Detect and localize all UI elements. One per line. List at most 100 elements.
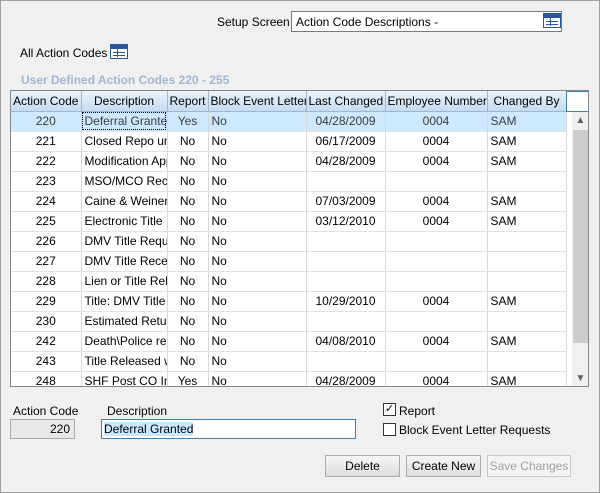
block-event-checkbox-label: Block Event Letter Requests xyxy=(399,423,551,437)
cell-block: No xyxy=(208,171,307,192)
cell-last-changed xyxy=(306,171,386,192)
cell-employee: 0004 xyxy=(385,371,488,386)
cell-block: No xyxy=(208,351,307,372)
cell-report: No xyxy=(167,351,209,372)
cell-block: No xyxy=(208,111,307,132)
cell-employee xyxy=(385,271,488,292)
delete-button[interactable]: Delete xyxy=(325,455,400,477)
cell-report: No xyxy=(167,271,209,292)
section-title: User Defined Action Codes 220 - 255 xyxy=(21,73,230,87)
cell-code: 225 xyxy=(11,211,82,232)
create-new-button[interactable]: Create New xyxy=(406,455,481,477)
cell-changed-by: SAM xyxy=(487,191,567,212)
cell-report: No xyxy=(167,331,209,352)
scroll-thumb[interactable] xyxy=(573,130,588,343)
action-codes-table: Action Code Description Report Block Eve… xyxy=(10,90,589,387)
cell-description: Modification Approved xyxy=(81,151,168,172)
cell-code: 248 xyxy=(11,371,82,386)
all-codes-grid-icon[interactable] xyxy=(110,44,128,59)
cell-block: No xyxy=(208,291,307,312)
cell-block: No xyxy=(208,331,307,352)
cell-description: MSO/MCO Received xyxy=(81,171,168,192)
description-value: Deferral Granted xyxy=(104,422,194,436)
cell-changed-by xyxy=(487,311,567,332)
cell-description: Estimated Return xyxy=(81,311,168,332)
cell-last-changed: 10/29/2010 xyxy=(306,291,386,312)
col-header-last-changed[interactable]: Last Changed xyxy=(306,91,386,112)
table-row[interactable]: 221 Closed Repo unit No No 06/17/2009 00… xyxy=(11,131,567,152)
cell-employee: 0004 xyxy=(385,291,488,312)
report-checkbox[interactable]: ✓ xyxy=(383,403,396,416)
cell-employee: 0004 xyxy=(385,131,488,152)
table-row[interactable]: 226 DMV Title Requested No No xyxy=(11,231,567,252)
table-row[interactable]: 220 Deferral Granted Yes No 04/28/2009 0… xyxy=(11,111,567,132)
column-chooser[interactable] xyxy=(566,91,588,112)
cell-last-changed xyxy=(306,311,386,332)
setup-grid-icon[interactable] xyxy=(543,13,561,28)
cell-report: No xyxy=(167,211,209,232)
cell-changed-by: SAM xyxy=(487,151,567,172)
description-label: Description xyxy=(107,404,168,418)
table-row[interactable]: 225 Electronic Title No No 03/12/2010 00… xyxy=(11,211,567,232)
cell-changed-by xyxy=(487,171,567,192)
table-row[interactable]: 230 Estimated Return No No xyxy=(11,311,567,332)
table-row[interactable]: 229 Title: DMV Title No No 10/29/2010 00… xyxy=(11,291,567,312)
cell-last-changed xyxy=(306,251,386,272)
save-changes-button[interactable]: Save Changes xyxy=(487,455,571,477)
cell-last-changed: 07/03/2009 xyxy=(306,191,386,212)
table-row[interactable]: 243 Title Released w No No xyxy=(11,351,567,372)
col-header-report[interactable]: Report xyxy=(167,91,209,112)
col-header-changed-by[interactable]: Changed By xyxy=(487,91,567,112)
cell-description: Deferral Granted xyxy=(81,111,168,132)
cell-block: No xyxy=(208,231,307,252)
cell-code: 226 xyxy=(11,231,82,252)
cell-report: No xyxy=(167,191,209,212)
cell-description: SHF Post CO Im xyxy=(81,371,168,386)
cell-employee xyxy=(385,311,488,332)
cell-report: No xyxy=(167,131,209,152)
header-row: Action Code Description Report Block Eve… xyxy=(11,91,567,112)
cell-code: 227 xyxy=(11,251,82,272)
col-header-employee-number[interactable]: Employee Number xyxy=(385,91,488,112)
table-row[interactable]: 228 Lien or Title Released No No xyxy=(11,271,567,292)
cell-employee xyxy=(385,171,488,192)
cell-report: Yes xyxy=(167,371,209,386)
col-header-block-event-letter[interactable]: Block Event Letter xyxy=(208,91,307,112)
table-row[interactable]: 248 SHF Post CO Im Yes No 04/28/2009 000… xyxy=(11,371,567,386)
setup-screen-field[interactable]: Action Code Descriptions - xyxy=(291,11,562,32)
cell-description: Title: DMV Title xyxy=(81,291,168,312)
vertical-scrollbar[interactable]: ▲ ▼ xyxy=(572,112,588,386)
cell-code: 242 xyxy=(11,331,82,352)
table-row[interactable]: 224 Caine & Weiner No No 07/03/2009 0004… xyxy=(11,191,567,212)
cell-block: No xyxy=(208,131,307,152)
cell-block: No xyxy=(208,251,307,272)
action-code-label: Action Code xyxy=(13,404,79,418)
scroll-down-icon[interactable]: ▼ xyxy=(572,370,588,386)
cell-changed-by: SAM xyxy=(487,211,567,232)
table-row[interactable]: 223 MSO/MCO Received No No xyxy=(11,171,567,192)
cell-changed-by xyxy=(487,231,567,252)
cell-code: 229 xyxy=(11,291,82,312)
cell-block: No xyxy=(208,191,307,212)
cell-changed-by: SAM xyxy=(487,111,567,132)
col-header-action-code[interactable]: Action Code xyxy=(11,91,82,112)
cell-changed-by: SAM xyxy=(487,131,567,152)
cell-description: Title Released w xyxy=(81,351,168,372)
col-header-description[interactable]: Description xyxy=(81,91,168,112)
cell-code: 228 xyxy=(11,271,82,292)
table-row[interactable]: 227 DMV Title Received No No xyxy=(11,251,567,272)
table-row[interactable]: 242 Death\Police report No No 04/08/2010… xyxy=(11,331,567,352)
cell-block: No xyxy=(208,371,307,386)
scroll-up-icon[interactable]: ▲ xyxy=(572,112,588,129)
cell-last-changed xyxy=(306,231,386,252)
cell-employee: 0004 xyxy=(385,111,488,132)
cell-changed-by xyxy=(487,351,567,372)
cell-last-changed: 04/28/2009 xyxy=(306,111,386,132)
description-field[interactable]: Deferral Granted xyxy=(101,419,356,439)
cell-block: No xyxy=(208,151,307,172)
cell-block: No xyxy=(208,211,307,232)
cell-changed-by xyxy=(487,251,567,272)
block-event-checkbox[interactable] xyxy=(383,423,396,436)
table-row[interactable]: 222 Modification Approved No No 04/28/20… xyxy=(11,151,567,172)
cell-changed-by: SAM xyxy=(487,291,567,312)
